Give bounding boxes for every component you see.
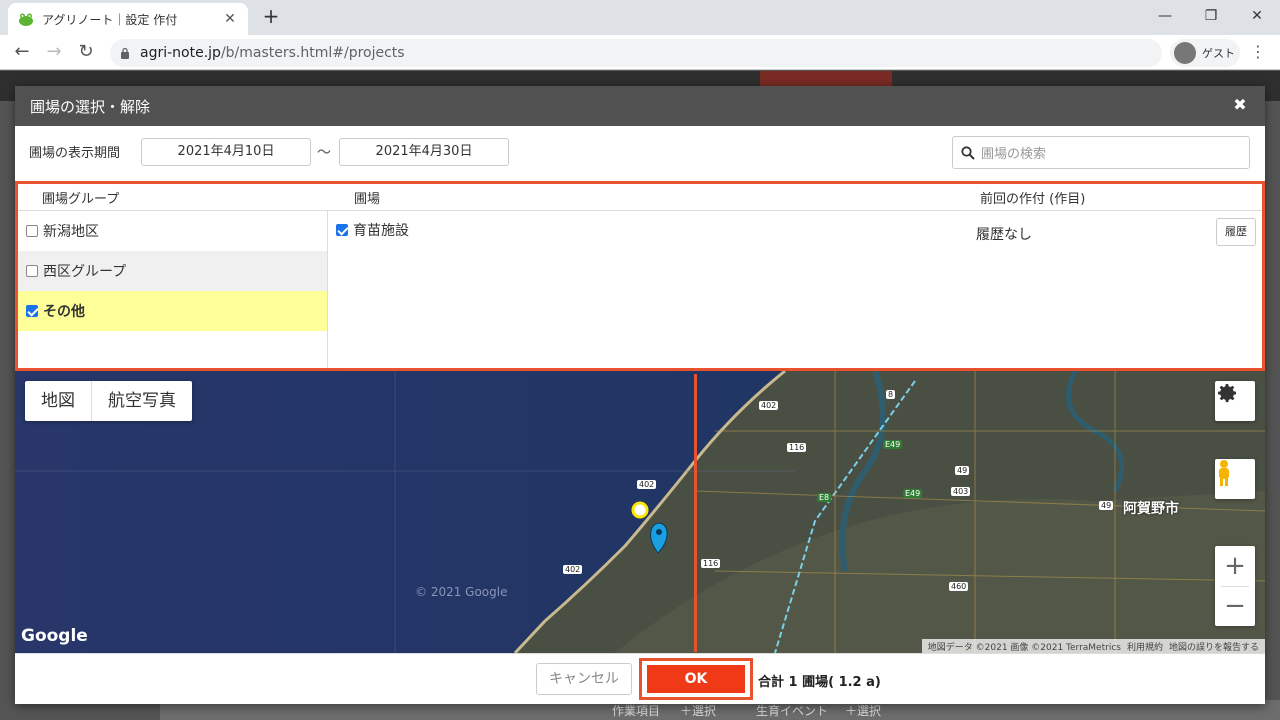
group-checkbox[interactable] — [26, 265, 38, 277]
route-label: E49 — [903, 489, 923, 498]
period-tilde: 〜 — [317, 145, 331, 161]
tab-close-icon[interactable]: ✕ — [222, 11, 238, 27]
map-view[interactable]: © 2021 Google 402 402 402 116 116 8 E49 … — [15, 371, 1265, 653]
window-close-icon[interactable]: ✕ — [1234, 0, 1280, 32]
map-city-label: 阿賀野市 — [1123, 501, 1179, 517]
route-label: E49 — [883, 440, 903, 449]
browser-navbar: ← → ↻ agri-note.jp/b/masters.html#/proje… — [0, 35, 1280, 70]
background-item: 作業項目 — [612, 704, 661, 718]
address-bar[interactable]: agri-note.jp/b/masters.html#/projects — [110, 39, 1162, 67]
attribution-data: 地図データ ©2021 画像 ©2021 TerraMetrics — [927, 642, 1121, 653]
satellite-map-image: © 2021 Google — [15, 371, 1265, 653]
ok-highlight: OK — [639, 658, 753, 700]
group-label: その他 — [43, 304, 85, 320]
route-label: 49 — [955, 466, 970, 475]
terms-link[interactable]: 利用規約 — [1127, 640, 1163, 653]
lock-icon — [121, 47, 129, 59]
report-error-link[interactable]: 地図の誤りを報告する — [1169, 640, 1259, 653]
profile-button[interactable]: ゲスト — [1170, 39, 1240, 67]
field-checkbox-checked[interactable] — [336, 224, 348, 236]
url-text: agri-note.jp/b/masters.html#/projects — [140, 45, 405, 61]
url-path: /b/masters.html#/projects — [220, 45, 405, 61]
group-item-nishiku[interactable]: 西区グループ — [18, 251, 327, 291]
table-header: 圃場グループ 圃場 前回の作付 (作目) — [18, 184, 1262, 211]
period-row: 圃場の表示期間 2021年4月10日 〜 2021年4月30日 圃場の検索 — [15, 126, 1265, 181]
browser-tab[interactable]: アグリノート｜設定 作付 ✕ — [8, 3, 248, 35]
field-select-modal: 圃場の選択・解除 ✖ 圃場の表示期間 2021年4月10日 〜 2021年4月3… — [15, 86, 1265, 704]
map-type-control: 地図 航空写真 — [25, 381, 192, 421]
route-label: 403 — [951, 487, 971, 496]
field-row[interactable]: 育苗施設 履歴なし 履歴 — [336, 216, 1256, 252]
browser-tabbar: アグリノート｜設定 作付 ✕ + — ❐ ✕ — [0, 0, 1280, 35]
modal-title: 圃場の選択・解除 — [30, 97, 151, 116]
route-label: 8 — [886, 390, 896, 399]
map-type-map-button[interactable]: 地図 — [25, 381, 91, 421]
map-watermark: © 2021 Google — [415, 585, 507, 599]
search-placeholder: 圃場の検索 — [981, 147, 1047, 162]
group-checkbox-checked[interactable] — [26, 305, 38, 317]
route-label: 402 — [637, 480, 657, 489]
previous-crop-value: 履歴なし — [976, 227, 1032, 243]
reload-icon[interactable]: ↻ — [74, 40, 98, 64]
annotation-arrow — [694, 374, 697, 652]
zoom-out-button[interactable]: − — [1215, 586, 1255, 626]
group-item-niigata[interactable]: 新潟地区 — [18, 211, 327, 251]
route-label: 460 — [949, 582, 969, 591]
url-host: agri-note.jp — [140, 45, 221, 61]
column-field: 圃場 — [354, 192, 381, 207]
zoom-in-button[interactable]: + — [1215, 546, 1255, 586]
modal-close-icon[interactable]: ✖ — [1231, 96, 1249, 114]
group-label: 西区グループ — [43, 264, 127, 280]
search-icon — [961, 145, 975, 160]
field-table: 圃場グループ 圃場 前回の作付 (作目) 新潟地区 西区グループ その他 育苗施… — [15, 181, 1265, 371]
total-summary: 合計 1 圃場( 1.2 a) — [758, 675, 881, 690]
route-label: 402 — [563, 565, 583, 574]
column-group: 圃場グループ — [42, 192, 120, 207]
pegman-icon — [1219, 460, 1229, 486]
date-from-input[interactable]: 2021年4月10日 — [141, 138, 311, 166]
route-label: 402 — [759, 401, 779, 410]
browser-menu-icon[interactable]: ⋮ — [1250, 40, 1266, 64]
background-item: ＋選択 — [845, 704, 882, 718]
cancel-button[interactable]: キャンセル — [536, 663, 632, 695]
avatar-icon — [1174, 42, 1196, 64]
route-label: E8 — [817, 493, 832, 502]
back-icon[interactable]: ← — [10, 40, 34, 64]
background-item: 生育イベント — [756, 704, 829, 718]
zoom-control: + − — [1215, 546, 1255, 626]
route-label: 116 — [787, 443, 807, 452]
field-search-input[interactable]: 圃場の検索 — [952, 136, 1250, 169]
forward-icon[interactable]: → — [42, 40, 66, 64]
field-label: 育苗施設 — [353, 223, 409, 239]
modal-footer: キャンセル OK 合計 1 圃場( 1.2 a) — [15, 653, 1265, 704]
modal-header: 圃場の選択・解除 ✖ — [15, 86, 1265, 126]
period-label: 圃場の表示期間 — [29, 146, 121, 161]
restore-icon[interactable]: ❐ — [1188, 0, 1234, 32]
profile-label: ゲスト — [1202, 47, 1235, 60]
group-list: 新潟地区 西区グループ その他 — [18, 211, 328, 368]
zoom-divider — [1221, 586, 1249, 587]
group-item-other[interactable]: その他 — [18, 291, 327, 331]
street-view-button[interactable] — [1215, 459, 1255, 499]
group-checkbox[interactable] — [26, 225, 38, 237]
map-type-satellite-button[interactable]: 航空写真 — [91, 381, 192, 421]
column-previous-crop: 前回の作付 (作目) — [980, 192, 1086, 207]
group-label: 新潟地区 — [43, 224, 99, 240]
ok-button[interactable]: OK — [647, 665, 745, 693]
google-logo: Google — [21, 626, 88, 646]
map-attribution: 地図データ ©2021 画像 ©2021 TerraMetrics 利用規約 地… — [921, 639, 1265, 653]
map-settings-button[interactable] — [1215, 381, 1255, 421]
route-label: 116 — [701, 559, 721, 568]
minimize-icon[interactable]: — — [1142, 0, 1188, 32]
frog-favicon-icon — [19, 13, 33, 26]
background-item: ＋選択 — [680, 704, 717, 718]
history-button[interactable]: 履歴 — [1216, 218, 1256, 246]
new-tab-icon[interactable]: + — [260, 5, 282, 27]
tab-title: アグリノート｜設定 作付 — [42, 12, 178, 27]
date-to-input[interactable]: 2021年4月30日 — [339, 138, 509, 166]
gear-icon — [1218, 384, 1236, 403]
route-label: 49 — [1099, 501, 1114, 510]
field-name: 育苗施設 — [336, 220, 409, 240]
